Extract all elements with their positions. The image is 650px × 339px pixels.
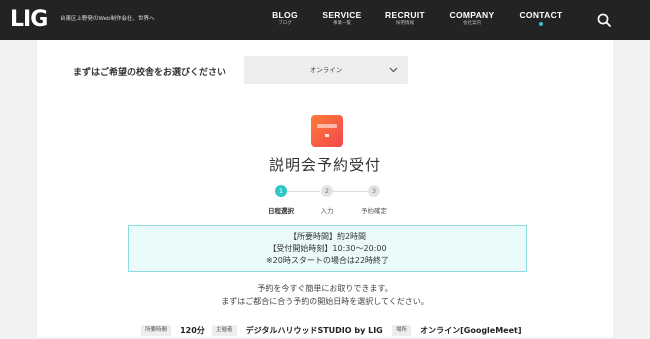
meta-tag: 場所 xyxy=(392,325,412,336)
nav-item-recruit[interactable]: RECRUIT 採用情報 xyxy=(370,10,440,28)
nav-label: COMPANY xyxy=(449,10,495,20)
search-icon[interactable] xyxy=(596,12,612,28)
logo[interactable]: LIG xyxy=(10,7,48,33)
step-connector xyxy=(333,191,368,192)
nav-sublabel: 会社案内 xyxy=(463,21,481,26)
meta-tag: 主催者 xyxy=(212,325,237,336)
app-icon-mark xyxy=(325,134,329,137)
nav-sublabel: 採用情報 xyxy=(396,21,414,26)
page-title: 説明会予約受付 xyxy=(268,156,381,174)
meta-location: 場所 オンライン[GoogleMeet] xyxy=(392,320,522,336)
info-start-time: 【受付開始時刻】10:30～20:00 xyxy=(268,244,387,253)
tagline: 台東区上野発のWeb制作会社、世界へ xyxy=(60,16,155,22)
chevron-down-icon xyxy=(389,67,398,73)
nav-label: CONTACT xyxy=(519,10,563,20)
meta-organizer: 主催者 デジタルハリウッドSTUDIO by LIG xyxy=(212,320,383,336)
meta-value: デジタルハリウッドSTUDIO by LIG xyxy=(245,326,383,335)
school-select[interactable]: オンライン xyxy=(244,56,408,84)
app-icon-strip xyxy=(317,124,337,128)
step-connector xyxy=(287,191,320,192)
meta-tag: 所要時間 xyxy=(141,325,172,336)
school-select-value: オンライン xyxy=(309,66,343,74)
nav-sublabel: 事業一覧 xyxy=(333,21,351,26)
intro-line-2: まずはご都合に合う予約の開始日時を選択してください。 xyxy=(221,296,429,306)
step-1-circle: 1 xyxy=(275,185,287,197)
nav-label: RECRUIT xyxy=(385,10,425,20)
nav-item-service[interactable]: SERVICE 事業一覧 xyxy=(307,10,377,28)
step-3-circle: 3 xyxy=(368,185,380,197)
intro-text: 予約を今すぐ簡単にお取りできます。 まずはご都合に合う予約の開始日時を選択してく… xyxy=(0,283,650,308)
site-header: LIG 台東区上野発のWeb制作会社、世界へ BLOG ブログ SERVICE … xyxy=(0,0,650,40)
nav-label: SERVICE xyxy=(322,10,362,20)
meta-value: 120分 xyxy=(180,326,205,335)
step-3-label: 予約確定 xyxy=(361,207,387,215)
nav-item-contact[interactable]: CONTACT xyxy=(506,10,576,26)
intro-line-1: 予約を今すぐ簡単にお取りできます。 xyxy=(257,284,393,293)
step-2-circle: 2 xyxy=(321,185,333,197)
meta-value: オンライン[GoogleMeet] xyxy=(420,326,522,335)
info-duration: 【所要時間】約2時間 xyxy=(288,232,367,241)
nav-item-company[interactable]: COMPANY 会社案内 xyxy=(437,10,507,28)
school-select-label: まずはご希望の校舎をお選びください xyxy=(73,68,227,78)
info-note: ※20時スタートの場合は22時終了 xyxy=(265,256,390,265)
info-box: 【所要時間】約2時間 【受付開始時刻】10:30～20:00 ※20時スタートの… xyxy=(128,225,527,272)
meta-duration: 所要時間 120分 xyxy=(141,320,205,336)
active-indicator-dot xyxy=(539,22,543,26)
app-icon xyxy=(311,115,343,147)
